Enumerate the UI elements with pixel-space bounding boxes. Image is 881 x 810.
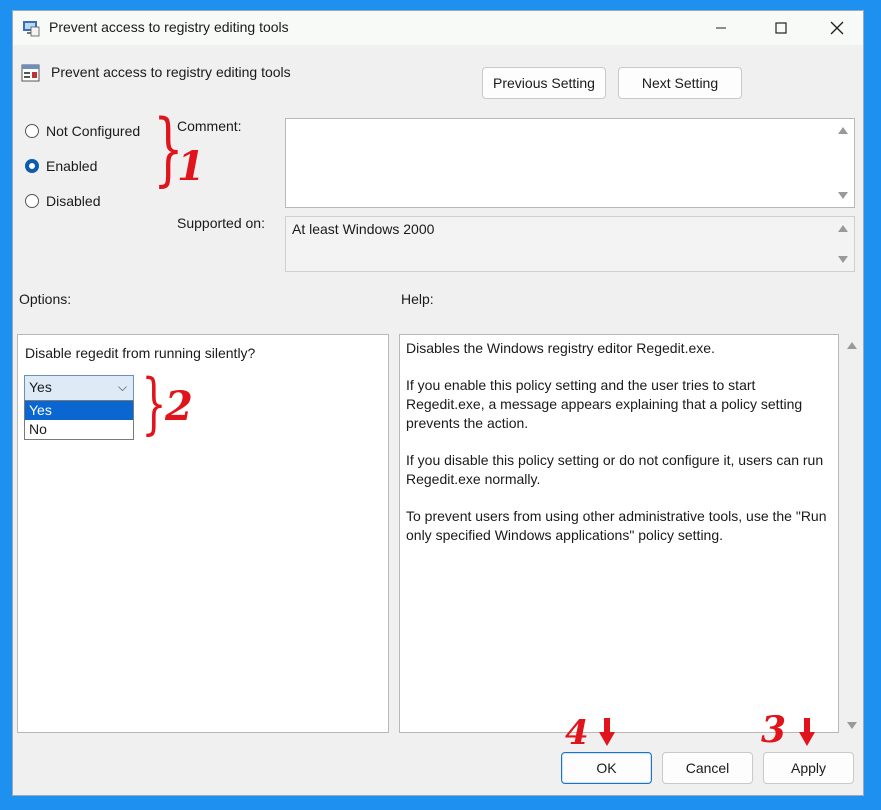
- radio-disabled[interactable]: Disabled: [25, 193, 100, 209]
- regedit-silent-dropdown[interactable]: Yes ⌵: [24, 375, 134, 401]
- regedit-silent-question: Disable regedit from running silently?: [25, 345, 256, 361]
- policy-app-icon: [23, 21, 40, 37]
- minimize-icon: [716, 27, 726, 29]
- help-paragraph: Disables the Windows registry editor Reg…: [406, 340, 715, 356]
- maximize-icon: [775, 22, 787, 34]
- scroll-up-icon[interactable]: [838, 127, 848, 134]
- scroll-up-icon[interactable]: [847, 342, 857, 349]
- scroll-down-icon[interactable]: [838, 256, 848, 263]
- previous-setting-button[interactable]: Previous Setting: [482, 67, 606, 99]
- window-title: Prevent access to registry editing tools: [49, 19, 289, 35]
- radio-indicator: [25, 159, 39, 173]
- maximize-button[interactable]: [753, 11, 809, 45]
- scroll-down-icon[interactable]: [847, 722, 857, 729]
- comment-scrollbar[interactable]: [832, 119, 854, 207]
- supported-on-label: Supported on:: [177, 215, 265, 231]
- scroll-up-icon[interactable]: [838, 225, 848, 232]
- next-setting-button[interactable]: Next Setting: [618, 67, 742, 99]
- comment-textarea[interactable]: [285, 118, 855, 208]
- ok-button[interactable]: OK: [561, 752, 652, 784]
- scroll-down-icon[interactable]: [838, 192, 848, 199]
- apply-button[interactable]: Apply: [763, 752, 854, 784]
- annotation-brace-2: }: [141, 365, 167, 442]
- help-label: Help:: [401, 291, 434, 307]
- supported-on-value: At least Windows 2000: [292, 221, 435, 237]
- chevron-down-icon: ⌵: [117, 380, 127, 394]
- dropdown-selected-value: Yes: [29, 379, 52, 395]
- comment-label: Comment:: [177, 118, 242, 134]
- radio-label: Not Configured: [46, 123, 141, 139]
- supported-on-field: At least Windows 2000: [285, 216, 855, 272]
- radio-label: Enabled: [46, 158, 98, 174]
- cancel-button[interactable]: Cancel: [662, 752, 753, 784]
- policy-setting-icon: [21, 64, 40, 82]
- radio-label: Disabled: [46, 193, 101, 209]
- dropdown-list: Yes No: [24, 400, 134, 440]
- radio-indicator: [25, 124, 39, 138]
- group-policy-dialog: Prevent access to registry editing tools…: [12, 10, 864, 796]
- dropdown-option-yes[interactable]: Yes: [25, 401, 133, 420]
- title-bar: Prevent access to registry editing tools: [13, 11, 863, 45]
- annotation-arrow-down-icon: [799, 718, 815, 746]
- help-paragraph: If you enable this policy setting and th…: [406, 377, 803, 431]
- options-label: Options:: [19, 291, 72, 307]
- radio-indicator: [25, 194, 39, 208]
- dropdown-option-no[interactable]: No: [25, 420, 133, 439]
- help-paragraph: To prevent users from using other admini…: [406, 508, 827, 543]
- help-scrollbar[interactable]: [841, 334, 863, 733]
- policy-name: Prevent access to registry editing tools: [51, 64, 291, 80]
- annotation-number-3: 3: [761, 709, 787, 751]
- annotation-arrow-down-icon: [599, 718, 615, 746]
- annotation-number-1: 1: [177, 143, 205, 190]
- radio-not-configured[interactable]: Not Configured: [25, 123, 140, 139]
- annotation-number-4: 4: [565, 713, 589, 753]
- radio-enabled[interactable]: Enabled: [25, 158, 97, 174]
- minimize-button[interactable]: [693, 11, 749, 45]
- help-panel: Disables the Windows registry editor Reg…: [399, 334, 839, 733]
- annotation-number-2: 2: [165, 383, 193, 430]
- options-panel: Disable regedit from running silently? Y…: [17, 334, 389, 733]
- help-paragraph: If you disable this policy setting or do…: [406, 452, 824, 487]
- supported-scrollbar[interactable]: [832, 217, 854, 271]
- close-button[interactable]: [809, 11, 865, 45]
- close-icon: [830, 21, 844, 35]
